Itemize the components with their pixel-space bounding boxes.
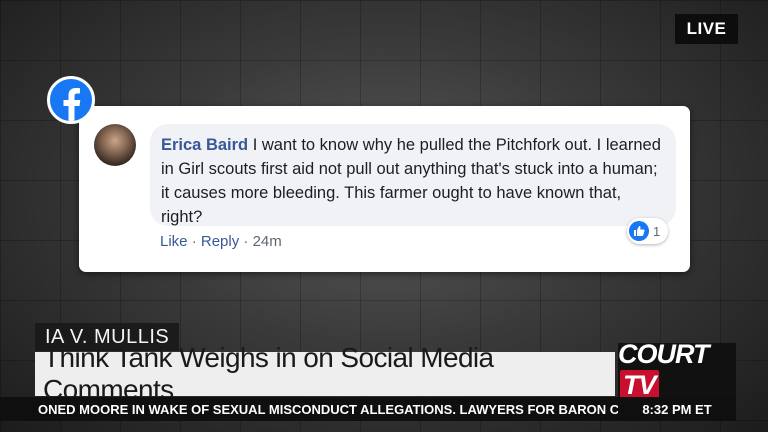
logo-text: COURTTV <box>618 339 736 401</box>
comment-author[interactable]: Erica Baird <box>161 136 248 154</box>
comment-timestamp[interactable]: 24m <box>253 233 282 250</box>
comment-bubble: Erica Baird I want to know why he pulled… <box>150 124 676 226</box>
news-ticker: ONED MOORE IN WAKE OF SEXUAL MISCONDUCT … <box>0 397 618 421</box>
clock: 8:32 PM ET <box>618 397 736 421</box>
comment-actions: Like · Reply · 24m <box>160 233 282 250</box>
reaction-count: 1 <box>653 223 661 239</box>
live-badge: LIVE <box>675 14 738 44</box>
separator: · <box>191 233 197 250</box>
reply-link[interactable]: Reply <box>201 233 239 250</box>
separator: · <box>243 233 249 250</box>
avatar[interactable] <box>94 124 136 166</box>
logo-main: COURT <box>618 339 710 369</box>
thumbs-up-icon <box>629 221 649 241</box>
reaction-summary[interactable]: 1 <box>627 218 669 244</box>
lower-third-headline: Think Tank Weighs in on Social Media Com… <box>35 342 615 405</box>
court-tv-logo: COURTTV <box>618 339 736 401</box>
comment-card: Erica Baird I want to know why he pulled… <box>79 106 690 272</box>
facebook-icon <box>47 76 95 124</box>
like-link[interactable]: Like <box>160 233 188 250</box>
